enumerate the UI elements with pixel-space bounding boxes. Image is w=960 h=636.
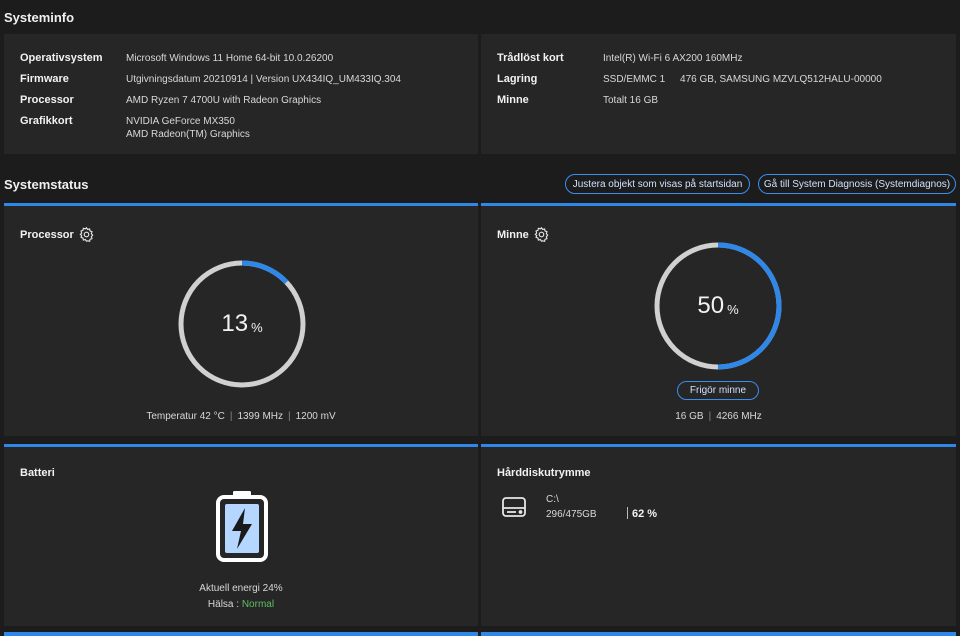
disk-percent: 62 % [632,508,658,520]
memory-freq: 4266 MHz [716,411,762,422]
next-card-edge-right [481,632,956,636]
memory-card-title: Minne [497,226,550,243]
info-os-label: Operativsystem [20,52,103,64]
processor-stats: Temperatur 42 °C | 1399 MHz | 1200 mV [146,411,336,422]
processor-percent-unit: % [251,319,263,335]
memory-size: 16 GB [675,411,704,422]
info-gpu-label: Grafikkort [20,115,73,127]
processor-card: Processor 13 % Temperatur 42 °C | 1399 MHz… [4,203,478,436]
info-gpu-value-2: AMD Radeon(TM) Graphics [126,129,250,140]
disk-separator [627,507,628,519]
gear-icon[interactable] [533,226,550,243]
info-storage: Lagring SSD/EMMC 1 476 GB, SAMSUNG MZVLQ… [497,73,882,86]
systemstatus-title: Systemstatus [4,177,89,192]
system-diagnosis-button[interactable]: Gå till System Diagnosis (Systemdiagnos) [758,174,956,194]
battery-title: Batteri [20,467,55,479]
processor-percent: 13 [221,310,249,337]
info-processor-label: Processor [20,94,74,106]
processor-gauge: 13 % [177,259,307,389]
disk-card: Hårddiskutrymme C:\ 296/475GB 62 % [481,444,956,626]
battery-health-value: Normal [241,599,275,610]
info-gpu: Grafikkort NVIDIA GeForce MX350 AMD Rade… [20,115,250,141]
gear-icon[interactable] [78,226,95,243]
processor-card-title: Processor [20,226,95,243]
disk-usage: 296/475GB [546,509,597,520]
memory-gauge-text: 50 % [653,241,783,371]
next-card-edge-left [4,632,478,636]
info-firmware-value: Utgivningsdatum 20210914 | Version UX434… [126,74,401,85]
info-wifi-label: Trådlöst kort [497,52,564,64]
info-storage-type: SSD/EMMC 1 [603,74,666,85]
memory-stats: 16 GB | 4266 MHz [675,411,762,422]
processor-temp: Temperatur 42 °C [146,411,225,422]
free-memory-button[interactable]: Frigör minne [677,381,759,400]
processor-voltage: 1200 mV [295,411,336,422]
memory-gauge: 50 % [653,241,783,371]
processor-title-label: Processor [20,228,74,241]
memory-title-label: Minne [497,228,529,241]
disk-drive-letter: C:\ [546,494,559,505]
systeminfo-title: Systeminfo [4,10,75,25]
processor-freq: 1399 MHz [237,411,284,422]
info-memory-label: Minne [497,94,529,106]
info-memory-value: Totalt 16 GB [603,95,659,106]
battery-health-label: Hälsa : [207,599,240,610]
info-wifi: Trådlöst kort Intel(R) Wi-Fi 6 AX200 160… [497,52,743,65]
memory-percent: 50 [697,292,725,319]
processor-gauge-text: 13 % [177,259,307,389]
info-processor: Processor AMD Ryzen 7 4700U with Radeon … [20,94,321,107]
info-firmware-label: Firmware [20,73,69,85]
adjust-homepage-button[interactable]: Justera objekt som visas på startsidan [565,174,750,194]
battery-charging-icon [216,491,268,562]
info-storage-detail: 476 GB, SAMSUNG MZVLQ512HALU-00000 [680,74,882,85]
battery-energy: Aktuell energi 24% [199,583,283,594]
info-gpu-value-1: NVIDIA GeForce MX350 [126,116,235,127]
disk-title: Hårddiskutrymme [497,467,591,479]
info-storage-value: SSD/EMMC 1 476 GB, SAMSUNG MZVLQ512HALU-… [603,73,882,86]
info-storage-label: Lagring [497,73,538,85]
hard-drive-icon [502,497,526,517]
battery-health: Hälsa : Normal [4,599,478,610]
info-processor-value: AMD Ryzen 7 4700U with Radeon Graphics [126,95,322,106]
info-memory: Minne Totalt 16 GB [497,94,658,107]
info-os-value: Microsoft Windows 11 Home 64-bit 10.0.26… [126,53,334,64]
battery-card: Batteri Aktuell energi 24% Hälsa : Norma… [4,444,478,626]
info-wifi-value: Intel(R) Wi-Fi 6 AX200 160MHz [603,53,743,64]
systeminfo-right-panel: Trådlöst kort Intel(R) Wi-Fi 6 AX200 160… [481,34,956,154]
memory-card: Minne 50 % Frigör minne 16 GB | 4266 MHz [481,203,956,436]
info-firmware: Firmware Utgivningsdatum 20210914 | Vers… [20,73,401,86]
memory-percent-unit: % [727,301,739,317]
systeminfo-left-panel: Operativsystem Microsoft Windows 11 Home… [4,34,478,154]
info-os: Operativsystem Microsoft Windows 11 Home… [20,52,333,65]
